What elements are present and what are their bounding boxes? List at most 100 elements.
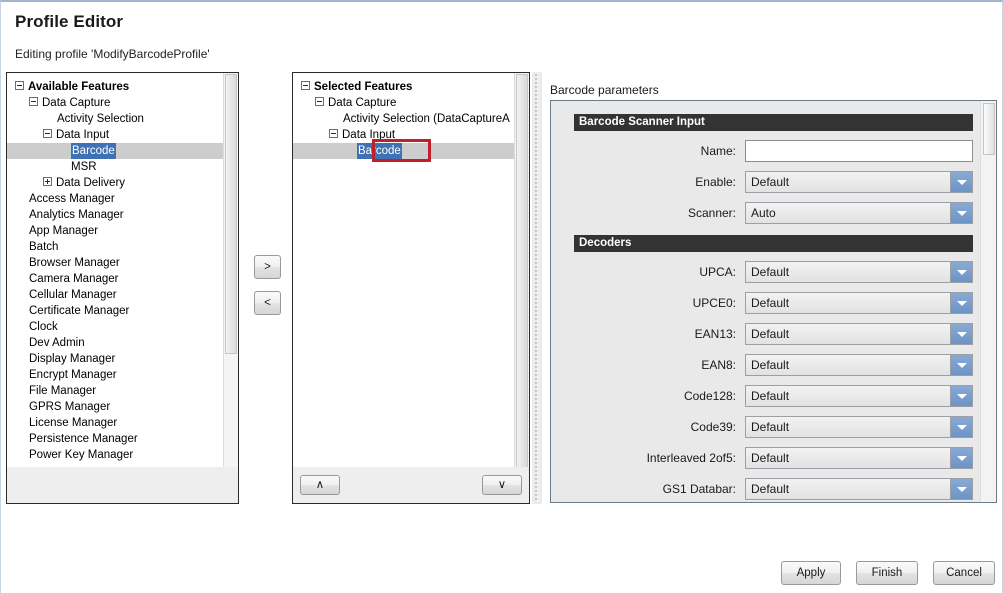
selected-features-vertical-scrollbar[interactable] [514, 73, 529, 503]
available-feature-row[interactable]: Data Capture [7, 95, 238, 111]
dropdown-select[interactable]: Default [745, 323, 973, 345]
scrollbar-thumb[interactable] [983, 103, 995, 155]
available-feature-row[interactable]: Camera Manager [7, 271, 238, 287]
selected-features-viewport[interactable]: Selected Features Data Capture Activity Se… [293, 73, 529, 503]
available-feature-row[interactable]: Available Features [7, 79, 238, 95]
available-features-vertical-scrollbar[interactable] [223, 73, 238, 503]
available-feature-row[interactable]: Browser Manager [7, 255, 238, 271]
available-feature-row[interactable]: MSR [7, 159, 238, 175]
collapse-icon[interactable] [301, 81, 310, 91]
profile-editor-window: Profile Editor Editing profile 'ModifyBa… [0, 0, 1003, 594]
available-features-tree[interactable]: Available Features Data Capture Activity S… [7, 73, 238, 463]
available-feature-row[interactable]: Dev Admin [7, 335, 238, 351]
parameter-control[interactable]: Default [745, 323, 973, 345]
chevron-down-icon[interactable] [950, 386, 972, 406]
available-feature-row[interactable]: App Manager [7, 223, 238, 239]
cancel-button[interactable]: Cancel [933, 561, 995, 585]
available-feature-row[interactable]: Data Input [7, 127, 238, 143]
available-feature-row[interactable]: Certificate Manager [7, 303, 238, 319]
chevron-down-icon[interactable] [950, 172, 972, 192]
available-feature-row[interactable]: Display Manager [7, 351, 238, 367]
dropdown-value: Auto [751, 206, 776, 220]
available-features-viewport[interactable]: Available Features Data Capture Activity S… [7, 73, 238, 503]
available-feature-row[interactable]: GPRS Manager [7, 399, 238, 415]
selected-feature-row[interactable]: Barcode [293, 143, 529, 159]
available-feature-row[interactable]: File Manager [7, 383, 238, 399]
available-feature-row[interactable]: Activity Selection [7, 111, 238, 127]
available-feature-row[interactable]: Clock [7, 319, 238, 335]
parameter-control[interactable]: Default [745, 292, 973, 314]
parameter-control[interactable]: Default [745, 416, 973, 438]
parameter-control[interactable]: Default [745, 478, 973, 500]
available-feature-label: MSR [71, 161, 97, 173]
panel-splitter[interactable] [532, 72, 542, 504]
dropdown-select[interactable]: Default [745, 447, 973, 469]
dropdown-value: Default [751, 175, 790, 189]
dropdown-select[interactable]: Default [745, 354, 973, 376]
expand-icon[interactable] [43, 177, 52, 187]
selected-feature-row[interactable]: Activity Selection (DataCaptureA [293, 111, 529, 127]
name-input[interactable] [745, 140, 973, 162]
parameter-row: GS1 Databar: Default [551, 478, 996, 500]
available-features-panel[interactable]: Available Features Data Capture Activity S… [6, 72, 239, 504]
parameter-control[interactable] [745, 140, 973, 162]
dropdown-select[interactable]: Default [745, 385, 973, 407]
dropdown-select[interactable]: Auto [745, 202, 973, 224]
dropdown-select[interactable]: Default [745, 292, 973, 314]
finish-button[interactable]: Finish [856, 561, 918, 585]
parameter-control[interactable]: Default [745, 385, 973, 407]
add-feature-button[interactable]: > [254, 255, 281, 279]
apply-button[interactable]: Apply [781, 561, 841, 585]
parameter-label: Code128: [683, 389, 736, 403]
chevron-down-icon[interactable] [950, 293, 972, 313]
dropdown-select[interactable]: Default [745, 261, 973, 283]
parameter-control[interactable]: Default [745, 261, 973, 283]
selected-feature-label: Barcode [357, 143, 402, 159]
available-feature-row[interactable]: Encrypt Manager [7, 367, 238, 383]
available-feature-label: Barcode [71, 143, 116, 159]
available-feature-row[interactable]: Persistence Manager [7, 431, 238, 447]
available-feature-row[interactable]: Batch [7, 239, 238, 255]
chevron-down-icon[interactable] [950, 479, 972, 499]
chevron-down-icon[interactable] [950, 448, 972, 468]
collapse-icon[interactable] [315, 97, 324, 107]
available-feature-row[interactable]: Data Delivery [7, 175, 238, 191]
chevron-down-icon[interactable] [950, 417, 972, 437]
parameter-control[interactable]: Default [745, 171, 973, 193]
parameter-control[interactable]: Auto [745, 202, 973, 224]
selected-features-tree[interactable]: Selected Features Data Capture Activity Se… [293, 73, 529, 159]
available-feature-row[interactable]: Analytics Manager [7, 207, 238, 223]
available-feature-row[interactable]: License Manager [7, 415, 238, 431]
collapse-icon[interactable] [29, 97, 38, 107]
selected-feature-row[interactable]: Data Capture [293, 95, 529, 111]
selected-feature-row[interactable]: Data Input [293, 127, 529, 143]
chevron-down-icon[interactable] [950, 324, 972, 344]
move-down-button[interactable]: ∨ [482, 475, 522, 495]
chevron-down-icon[interactable] [950, 203, 972, 223]
parameter-control[interactable]: Default [745, 447, 973, 469]
parameter-control[interactable]: Default [745, 354, 973, 376]
selected-features-panel[interactable]: Selected Features Data Capture Activity Se… [292, 72, 530, 504]
move-up-button[interactable]: ∧ [300, 475, 340, 495]
available-feature-row[interactable]: Power Key Manager [7, 447, 238, 463]
barcode-parameters-scrollbar[interactable] [980, 101, 996, 502]
available-feature-row[interactable]: Cellular Manager [7, 287, 238, 303]
collapse-icon[interactable] [15, 81, 24, 91]
selected-feature-row[interactable]: Selected Features [293, 79, 529, 95]
dropdown-value: Default [751, 389, 790, 403]
collapse-icon[interactable] [43, 129, 52, 139]
dropdown-select[interactable]: Default [745, 171, 973, 193]
parameter-row: EAN8: Default [551, 354, 996, 376]
available-feature-label: License Manager [29, 417, 118, 429]
parameter-row: UPCA: Default [551, 261, 996, 283]
chevron-down-icon[interactable] [950, 262, 972, 282]
available-feature-row[interactable]: Access Manager [7, 191, 238, 207]
collapse-icon[interactable] [329, 129, 338, 139]
chevron-down-icon[interactable] [950, 355, 972, 375]
dropdown-select[interactable]: Default [745, 416, 973, 438]
dropdown-select[interactable]: Default [745, 478, 973, 500]
available-feature-row[interactable]: Barcode [7, 143, 238, 159]
scrollbar-thumb[interactable] [225, 74, 237, 354]
scrollbar-thumb[interactable] [516, 74, 528, 484]
remove-feature-button[interactable]: < [254, 291, 281, 315]
